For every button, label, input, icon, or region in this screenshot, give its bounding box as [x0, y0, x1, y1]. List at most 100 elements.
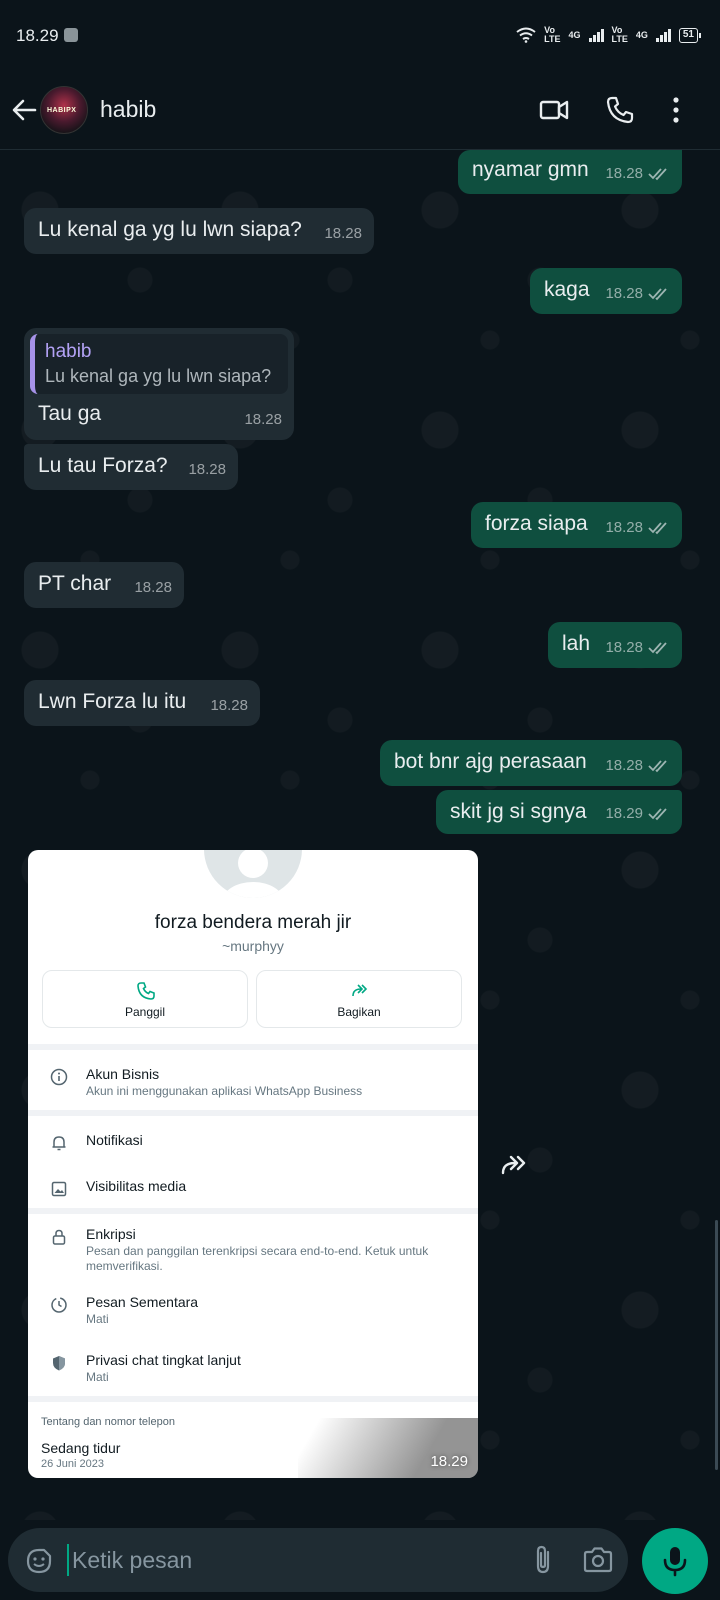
screen-record-icon: [64, 28, 78, 42]
image-message[interactable]: forza bendera merah jir ~murphyy Panggil…: [28, 850, 478, 1478]
text-caret: [67, 1544, 69, 1576]
message-incoming[interactable]: Lu kenal ga yg lu lwn siapa? 18.28: [24, 208, 374, 254]
quoted-text: Lu kenal ga yg lu lwn siapa?: [45, 366, 272, 386]
sticker-emoji-icon[interactable]: [24, 1546, 54, 1576]
chat-header: HABIPX habib: [0, 70, 720, 150]
info-icon: [50, 1068, 68, 1086]
message-incoming-reply[interactable]: habib Lu kenal ga yg lu lwn siapa? Tau g…: [24, 328, 294, 440]
signal-icon-2: [655, 28, 671, 42]
privacy-title: Privasi chat tingkat lanjut: [86, 1352, 241, 1368]
volte-bottom: LTE: [544, 34, 561, 44]
disappearing-title: Pesan Sementara: [86, 1294, 199, 1310]
camera-icon[interactable]: [582, 1545, 614, 1575]
message-time: 18.28: [605, 639, 643, 656]
message-time: 18.28: [244, 411, 282, 428]
double-check-icon: [648, 808, 667, 821]
contact-name[interactable]: habib: [100, 96, 156, 123]
message-meta: 18.28: [324, 220, 362, 248]
voice-message-button[interactable]: [642, 1528, 708, 1594]
network-gen-1: 4G: [568, 29, 581, 40]
message-outgoing[interactable]: nyamar gmn 18.28: [458, 150, 682, 194]
message-incoming[interactable]: PT char 18.28: [24, 562, 184, 608]
video-call-icon[interactable]: [538, 94, 570, 126]
message-outgoing[interactable]: lah 18.28: [548, 622, 682, 668]
share-button: Bagikan: [256, 970, 462, 1028]
more-options-icon[interactable]: [660, 94, 692, 126]
message-meta: 18.28: [605, 752, 670, 780]
message-text: bot bnr ajg perasaan: [394, 750, 587, 773]
message-outgoing[interactable]: kaga 18.28: [530, 268, 682, 314]
message-meta: 18.28: [210, 692, 248, 720]
message-time: 18.28: [134, 579, 172, 596]
privacy-subtitle: Mati: [86, 1370, 109, 1384]
message-time: 18.28: [605, 165, 643, 182]
message-input-bar: [8, 1528, 628, 1592]
double-check-icon: [648, 288, 667, 301]
profile-avatar-placeholder: [204, 850, 302, 898]
business-subtitle: Akun ini menggunakan aplikasi WhatsApp B…: [86, 1084, 363, 1098]
divider: [28, 1044, 478, 1050]
call-button: Panggil: [42, 970, 248, 1028]
back-arrow-icon[interactable]: [10, 96, 38, 124]
phone-icon: [137, 982, 155, 1000]
avatar-logo-text: HABIPX: [47, 107, 77, 114]
message-time: 18.28: [188, 461, 226, 478]
message-input[interactable]: [72, 1544, 512, 1576]
message-outgoing[interactable]: bot bnr ajg perasaan 18.28: [380, 740, 682, 786]
double-check-icon: [648, 522, 667, 535]
status-indicators: Vo LTE 4G Vo LTE 4G 51: [516, 26, 702, 44]
forward-icon[interactable]: [500, 1154, 532, 1176]
divider: [28, 1110, 478, 1116]
double-check-icon: [648, 168, 667, 181]
about-section-title: Tentang dan nomor telepon: [41, 1416, 175, 1428]
status-bar: 18.29 Vo LTE 4G Vo LTE 4G 51: [0, 0, 720, 70]
message-text: skit jg si sgnya: [450, 800, 587, 823]
microphone-icon: [663, 1547, 687, 1577]
contact-avatar[interactable]: HABIPX: [40, 86, 88, 134]
message-text: forza siapa: [485, 512, 588, 535]
profile-username: ~murphyy: [222, 938, 284, 954]
encryption-subtitle: Pesan dan panggilan terenkripsi secara e…: [86, 1244, 429, 1273]
message-meta: 18.28: [605, 160, 670, 188]
message-text: lah: [562, 632, 591, 655]
message-incoming[interactable]: Lwn Forza lu itu 18.28: [24, 680, 260, 726]
call-label: Panggil: [124, 1005, 166, 1019]
voice-call-icon[interactable]: [604, 94, 636, 126]
message-time: 18.28: [605, 519, 643, 536]
lock-icon: [52, 1229, 66, 1245]
shield-icon: [53, 1356, 65, 1371]
divider: [28, 1208, 478, 1214]
message-text: nyamar gmn: [472, 158, 589, 181]
media-visibility-title: Visibilitas media: [86, 1178, 187, 1194]
profile-name: forza bendera merah jir: [154, 912, 352, 933]
message-meta: 18.28: [244, 406, 282, 434]
disappearing-subtitle: Mati: [86, 1312, 109, 1326]
share-label: Bagikan: [337, 1005, 381, 1019]
message-time: 18.29: [605, 805, 643, 822]
message-text: PT char: [38, 572, 112, 595]
attachment-icon[interactable]: [528, 1544, 558, 1576]
chat-scrollbar[interactable]: [715, 1220, 718, 1470]
message-outgoing[interactable]: skit jg si sgnya 18.29: [436, 790, 682, 834]
chat-area[interactable]: nyamar gmn 18.28 Lu kenal ga yg lu lwn s…: [0, 150, 720, 1520]
encryption-title: Enkripsi: [86, 1226, 136, 1242]
quoted-message[interactable]: habib Lu kenal ga yg lu lwn siapa?: [30, 334, 288, 394]
message-meta: 18.28: [188, 456, 226, 484]
double-check-icon: [648, 760, 667, 773]
network-gen-label: 4G: [568, 29, 581, 40]
quoted-sender: habib: [45, 341, 92, 362]
divider: [28, 1396, 478, 1402]
message-text: Lwn Forza lu itu: [38, 690, 187, 713]
message-time: 18.28: [210, 697, 248, 714]
about-date: 26 Juni 2023: [41, 1458, 104, 1470]
message-time: 18.28: [605, 757, 643, 774]
image-icon: [51, 1181, 67, 1197]
message-text: kaga: [544, 278, 590, 301]
message-meta: 18.29: [605, 800, 670, 828]
message-incoming[interactable]: Lu tau Forza? 18.28: [24, 444, 238, 490]
message-outgoing[interactable]: forza siapa 18.28: [471, 502, 682, 548]
signal-icon-1: [588, 28, 604, 42]
message-time: 18.28: [324, 225, 362, 242]
message-text: Lu tau Forza?: [38, 454, 168, 477]
about-status: Sedang tidur: [41, 1440, 121, 1456]
